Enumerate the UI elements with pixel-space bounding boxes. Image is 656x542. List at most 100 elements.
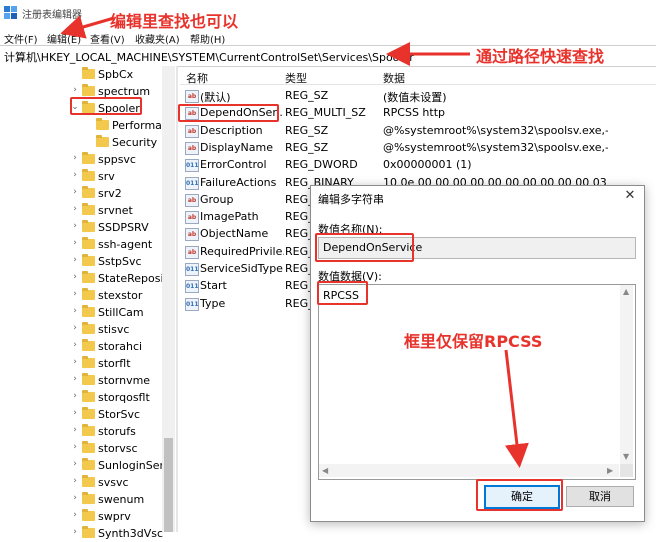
textarea-horizontal-scrollbar[interactable]: ◀ ▶	[319, 464, 619, 477]
value-name: FailureActions	[200, 175, 277, 189]
tree-item-label: svsvc	[98, 476, 129, 489]
address-path[interactable]: 计算机\HKEY_LOCAL_MACHINE\SYSTEM\CurrentCon…	[4, 49, 414, 65]
menu-edit[interactable]: 编辑(E)	[47, 31, 81, 46]
tree-item[interactable]: › SSDPSRV	[0, 219, 162, 236]
binary-value-icon: 011	[185, 159, 199, 173]
value-data: @%systemroot%\system32\spoolsv.exe,-1	[383, 140, 608, 154]
string-value-icon: ab	[185, 211, 199, 225]
value-name: Description	[200, 123, 263, 137]
tree-item[interactable]: › Synth3dVsc	[0, 525, 163, 542]
value-data-textarea[interactable]	[318, 284, 636, 480]
tree-item[interactable]: SpbCx	[0, 66, 162, 83]
tree-item[interactable]: › svsvc	[0, 474, 162, 491]
chevron-right-icon[interactable]: ›	[70, 527, 80, 537]
chevron-right-icon[interactable]: ›	[70, 306, 80, 316]
value-name: ServiceSidType	[200, 262, 283, 275]
chevron-right-icon[interactable]: ›	[70, 357, 80, 367]
value-row[interactable]: ab DisplayName REG_SZ @%systemroot%\system3…	[180, 139, 656, 156]
window-title: 注册表编辑器	[22, 10, 82, 21]
chevron-right-icon[interactable]: ›	[70, 442, 80, 452]
chevron-right-icon[interactable]: ›	[70, 476, 80, 486]
tree-item-label: storqosflt	[98, 391, 150, 404]
chevron-right-icon[interactable]: ›	[70, 323, 80, 333]
tree-scrollbar-thumb[interactable]	[164, 438, 173, 532]
value-row[interactable]: ab (默认) REG_SZ (数值未设置)	[180, 87, 656, 104]
value-name: Start	[200, 279, 227, 293]
tree-item[interactable]: › StillCam	[0, 304, 162, 321]
value-name: DisplayName	[200, 140, 273, 154]
close-icon[interactable]: ✕	[622, 188, 638, 203]
tree-item[interactable]: › storahci	[0, 338, 162, 355]
scroll-up-icon[interactable]: ▲	[623, 287, 629, 296]
folder-icon	[82, 424, 95, 436]
chevron-right-icon[interactable]: ›	[70, 153, 80, 163]
tree-item[interactable]: › swprv	[0, 508, 162, 525]
tree-item[interactable]: › storflt	[0, 355, 162, 372]
scroll-left-icon[interactable]: ◀	[322, 466, 328, 475]
highlight-dependonservice	[178, 104, 279, 122]
scroll-down-icon[interactable]: ▼	[623, 452, 629, 461]
chevron-right-icon[interactable]: ›	[70, 510, 80, 520]
chevron-right-icon[interactable]: ›	[70, 238, 80, 248]
column-name[interactable]: 名称	[186, 70, 208, 86]
tree-item[interactable]: › storufs	[0, 423, 162, 440]
scroll-right-icon[interactable]: ▶	[607, 466, 613, 475]
title-bar	[0, 0, 656, 26]
chevron-right-icon[interactable]: ›	[70, 340, 80, 350]
tree-item[interactable]: › StorSvc	[0, 406, 162, 423]
value-row[interactable]: ab Description REG_SZ @%systemroot%\system3…	[180, 122, 656, 139]
folder-icon	[82, 288, 95, 300]
menu-file[interactable]: 文件(F)	[4, 31, 38, 46]
tree-item[interactable]: › storqosflt	[0, 389, 162, 406]
chevron-right-icon[interactable]: ›	[70, 204, 80, 214]
tree-item[interactable]: › SunloginServ	[0, 457, 171, 474]
tree-item-label: StorSvc	[98, 408, 141, 421]
menu-help[interactable]: 帮助(H)	[190, 31, 225, 46]
tree-item[interactable]: › swenum	[0, 491, 162, 508]
menu-view[interactable]: 查看(V)	[90, 31, 125, 46]
chevron-right-icon[interactable]: ›	[70, 493, 80, 503]
tree-item-label: StateReposit	[98, 272, 168, 285]
tree-item-label: srv2	[98, 187, 122, 200]
tree-item[interactable]: › sppsvc	[0, 151, 162, 168]
column-data[interactable]: 数据	[383, 70, 405, 86]
value-row[interactable]: 011 ErrorControl REG_DWORD 0x00000001 (1)	[180, 156, 656, 173]
textarea-vertical-scrollbar[interactable]: ▲ ▼	[620, 285, 633, 464]
chevron-right-icon[interactable]: ›	[70, 374, 80, 384]
pane-splitter[interactable]	[176, 66, 178, 532]
chevron-right-icon[interactable]: ›	[70, 408, 80, 418]
value-type: REG_MULTI_SZ	[285, 106, 366, 120]
column-type[interactable]: 类型	[285, 70, 307, 86]
tree-item[interactable]: › stornvme	[0, 372, 162, 389]
tree-item-label: Performar	[112, 119, 167, 132]
tree-item[interactable]: › srv	[0, 168, 162, 185]
chevron-right-icon[interactable]: ›	[70, 459, 80, 469]
value-type: REG_SZ	[285, 89, 329, 102]
value-type: REG_SZ	[285, 123, 329, 137]
tree-item[interactable]: › StateReposit	[0, 270, 168, 287]
tree-item[interactable]: › srvnet	[0, 202, 162, 219]
tree-item[interactable]: › srv2	[0, 185, 162, 202]
chevron-right-icon[interactable]: ›	[70, 221, 80, 231]
folder-icon	[82, 475, 95, 487]
chevron-right-icon[interactable]: ›	[70, 85, 80, 95]
tree-item[interactable]: Performar	[0, 117, 166, 134]
tree-item-label: ssh-agent	[98, 238, 153, 251]
tree-item[interactable]: › stisvc	[0, 321, 162, 338]
tree-item[interactable]: › ssh-agent	[0, 236, 162, 253]
tree-item[interactable]: › stexstor	[0, 287, 162, 304]
chevron-right-icon[interactable]: ›	[70, 391, 80, 401]
chevron-right-icon[interactable]: ›	[70, 187, 80, 197]
chevron-right-icon[interactable]: ›	[70, 425, 80, 435]
folder-icon	[96, 135, 109, 147]
tree-item[interactable]: Security	[0, 134, 162, 151]
chevron-right-icon[interactable]: ›	[70, 272, 80, 282]
chevron-right-icon[interactable]: ›	[70, 255, 80, 265]
cancel-button[interactable]: 取消	[566, 486, 634, 507]
chevron-right-icon[interactable]: ›	[70, 289, 80, 299]
menu-favorites[interactable]: 收藏夹(A)	[135, 31, 180, 46]
tree-item[interactable]: › storvsc	[0, 440, 162, 457]
value-data: RPCSS http	[383, 106, 445, 120]
chevron-right-icon[interactable]: ›	[70, 170, 80, 180]
tree-item[interactable]: › SstpSvc	[0, 253, 162, 270]
